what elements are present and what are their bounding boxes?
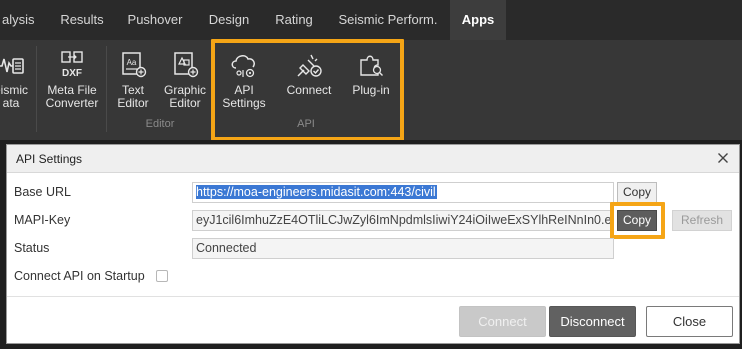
ribbon-panel: eismic ata DXF Meta File Converter Aa Te…	[0, 39, 742, 141]
disconnect-button[interactable]: Disconnect	[549, 306, 636, 337]
graphic-editor-label: Graphic Editor	[163, 83, 207, 110]
text-editor-label: Text Editor	[117, 83, 149, 110]
graphic-editor-icon	[170, 50, 200, 80]
startup-checkbox[interactable]	[156, 270, 168, 282]
mapi-key-field[interactable]: eyJ1cil6ImhuZzE4OTliLCJwZyl6ImNpdmlsIiwi…	[192, 210, 614, 231]
close-icon[interactable]	[715, 150, 731, 166]
tab-analysis[interactable]: alysis	[0, 0, 50, 40]
status-field: Connected	[192, 238, 614, 259]
dxf-text: DXF	[62, 68, 82, 79]
dialog-title-bar: API Settings	[7, 145, 739, 173]
seismic-data-label: eismic ata	[0, 83, 28, 110]
refresh-button[interactable]: Refresh	[672, 210, 732, 231]
dialog-title: API Settings	[16, 152, 83, 166]
text-editor-icon: Aa	[118, 50, 148, 80]
ribbon-tab-bar: alysis Results Pushover Design Rating Se…	[0, 0, 742, 40]
tab-results[interactable]: Results	[50, 0, 114, 40]
api-settings-dialog: API Settings Base URL https://moa-engine…	[6, 144, 740, 344]
base-url-value: https://moa-engineers.midasit.com:443/ci…	[196, 185, 437, 199]
copy-key-highlight	[610, 202, 665, 239]
api-group-highlight	[211, 39, 404, 141]
seismic-data-button[interactable]: eismic ata	[0, 50, 34, 126]
base-url-label: Base URL	[14, 185, 71, 199]
tab-seismic-perform[interactable]: Seismic Perform.	[330, 0, 446, 40]
dxf-converter-icon: DXF	[57, 50, 87, 80]
copy-base-url-button[interactable]: Copy	[617, 182, 657, 203]
tab-pushover[interactable]: Pushover	[118, 0, 192, 40]
dialog-footer: Connect Disconnect Close	[7, 296, 739, 343]
tab-rating[interactable]: Rating	[265, 0, 323, 40]
status-value: Connected	[196, 241, 257, 255]
tab-design[interactable]: Design	[198, 0, 260, 40]
status-label: Status	[14, 241, 50, 255]
tab-apps[interactable]: Apps	[450, 0, 506, 40]
startup-label: Connect API on Startup	[14, 269, 145, 283]
connect-button[interactable]: Connect	[459, 306, 546, 337]
meta-file-converter-label: Meta File Converter	[45, 83, 99, 110]
ribbon-separator	[36, 46, 37, 132]
close-button[interactable]: Close	[646, 306, 733, 337]
meta-file-converter-button[interactable]: DXF Meta File Converter	[42, 50, 102, 126]
seismic-data-icon	[0, 50, 26, 80]
svg-text:Aa: Aa	[127, 58, 137, 67]
graphic-editor-button[interactable]: Graphic Editor	[160, 50, 210, 126]
group-label-editor: Editor	[145, 118, 175, 130]
ribbon-separator	[106, 46, 107, 132]
mapi-key-label: MAPI-Key	[14, 213, 71, 227]
text-editor-button[interactable]: Aa Text Editor	[110, 50, 156, 126]
base-url-field[interactable]: https://moa-engineers.midasit.com:443/ci…	[192, 182, 614, 203]
mapi-key-value: eyJ1cil6ImhuZzE4OTliLCJwZyl6ImNpdmlsIiwi…	[196, 213, 614, 227]
